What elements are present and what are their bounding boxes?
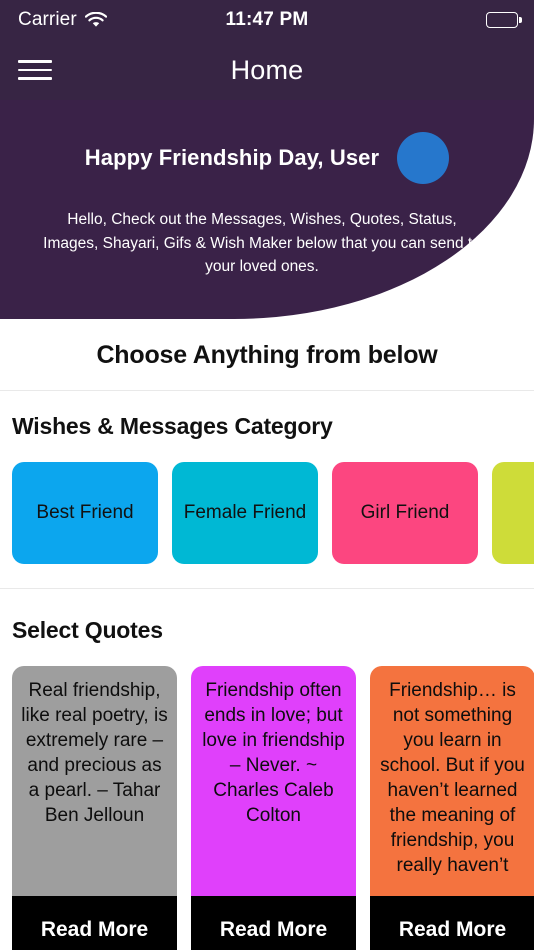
- section-spacer: [0, 588, 534, 609]
- page-title: Home: [230, 54, 304, 85]
- quote-card[interactable]: Friendship often ends in love; but love …: [191, 665, 356, 950]
- quote-card[interactable]: Real friendship, like real poetry, is ex…: [12, 665, 177, 950]
- hamburger-bar: [18, 68, 52, 72]
- hamburger-bar: [18, 60, 52, 63]
- quote-text: Friendship… is not something you learn i…: [380, 679, 525, 877]
- hamburger-bar: [18, 77, 52, 80]
- nav-bar: Home: [0, 40, 534, 100]
- hero-banner: Happy Friendship Day, User Hello, Check …: [0, 100, 534, 319]
- hero-description: Hello, Check out the Messages, Wishes, Q…: [43, 211, 481, 276]
- battery-icon: [486, 12, 518, 28]
- status-bar: Carrier 11:47 PM: [0, 0, 534, 40]
- category-section-title: Wishes & Messages Category: [12, 412, 333, 439]
- category-card-label: Best Friend: [36, 501, 134, 523]
- quote-card-list[interactable]: Real friendship, like real poetry, is ex…: [0, 644, 534, 950]
- carrier-label: Carrier: [18, 9, 77, 30]
- category-card[interactable]: F: [492, 461, 534, 564]
- quotes-section: Select Quotes Real friendship, like real…: [0, 608, 534, 950]
- read-more-button[interactable]: Read More: [12, 895, 177, 950]
- avatar[interactable]: [397, 132, 450, 184]
- read-more-button[interactable]: Read More: [370, 895, 534, 950]
- quote-text: Friendship often ends in love; but love …: [202, 679, 345, 827]
- quote-card[interactable]: Friendship… is not something you learn i…: [370, 665, 534, 950]
- category-section: Wishes & Messages Category Best Friend Fe…: [0, 390, 534, 589]
- category-card-list[interactable]: Best Friend Female Friend Girl Friend F: [0, 440, 534, 564]
- category-card[interactable]: Female Friend: [172, 461, 318, 564]
- category-card[interactable]: Best Friend: [12, 461, 158, 564]
- category-card-label: Female Friend: [183, 501, 307, 523]
- hero-greeting-row: Happy Friendship Day, User: [26, 132, 508, 184]
- status-bar-left: Carrier: [18, 9, 107, 31]
- status-bar-right: [486, 12, 518, 28]
- category-card-label: Girl Friend: [360, 501, 450, 523]
- wifi-icon: [84, 12, 107, 28]
- hamburger-menu-icon[interactable]: [18, 57, 52, 83]
- quote-text: Real friendship, like real poetry, is ex…: [21, 679, 168, 827]
- choose-title: Choose Anything from below: [96, 340, 438, 369]
- hero-greeting: Happy Friendship Day, User: [84, 145, 380, 170]
- choose-section: Choose Anything from below: [0, 318, 534, 391]
- quotes-section-title: Select Quotes: [12, 616, 163, 643]
- app-screen: Carrier 11:47 PM Home Happy Friendship D…: [0, 0, 534, 950]
- category-card[interactable]: Girl Friend: [332, 461, 478, 564]
- read-more-button[interactable]: Read More: [191, 895, 356, 950]
